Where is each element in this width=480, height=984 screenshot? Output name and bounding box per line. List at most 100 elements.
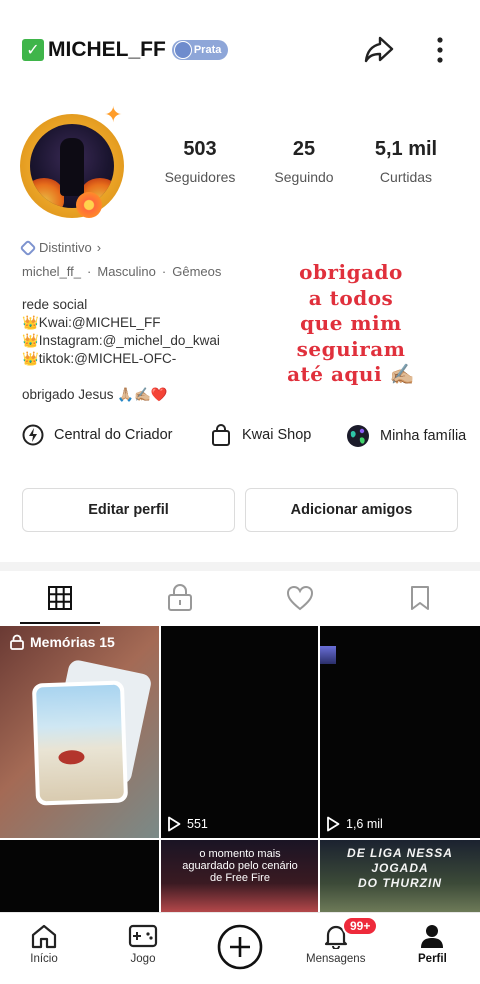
memories-label: Memórias 15 <box>30 634 115 650</box>
shortcut-label: Kwai Shop <box>242 427 312 443</box>
profile-gender: Masculino <box>97 264 156 279</box>
stat-following[interactable]: 25 Seguindo <box>266 138 342 185</box>
overlay-line: obrigado <box>299 260 403 284</box>
shortcut-label: Minha família <box>380 428 467 444</box>
bio-line: rede social <box>22 297 88 312</box>
nav-label: Jogo <box>130 953 156 965</box>
profile-handle: michel_ff_ <box>22 264 82 279</box>
family-globe-icon <box>347 425 369 447</box>
play-icon <box>168 816 181 832</box>
heart-icon <box>286 585 314 611</box>
avatar[interactable]: ✦ <box>16 104 134 220</box>
view-count: 551 <box>167 816 208 832</box>
tab-liked[interactable] <box>286 582 314 614</box>
video-tile[interactable]: 1,6 mil <box>320 626 480 838</box>
view-count: 1,6 mil <box>326 816 383 832</box>
bio-line: 👑Kwai:@MICHEL_FF <box>22 315 161 330</box>
play-icon <box>327 816 340 832</box>
banner-line: DE LIGA NESSA JOGADA <box>347 846 453 875</box>
bio-line: 👑Instagram:@_michel_do_kwai <box>22 333 220 348</box>
badge-label: Prata <box>193 44 222 56</box>
badge-coin-icon <box>173 41 192 59</box>
overlay-line: seguiram <box>296 336 406 361</box>
fire-decoration <box>30 178 64 208</box>
profile-meta: michel_ff_ · Masculino · Gêmeos <box>22 264 222 279</box>
followers-label: Seguidores <box>164 169 236 185</box>
nav-label: Mensagens <box>306 953 366 965</box>
overlay-message: obrigado a todos que mim seguiram até aq… <box>262 260 440 388</box>
video-tile[interactable] <box>0 840 159 912</box>
username: MICHEL_FF <box>48 38 166 61</box>
home-icon <box>31 924 57 949</box>
overlay-line: que mim <box>300 311 402 335</box>
kwai-shop-button[interactable]: Kwai Shop <box>210 424 311 446</box>
thumb-fragment <box>320 646 336 664</box>
banner-line: DO THURZIN <box>358 876 442 890</box>
nav-label: Perfil <box>418 953 447 965</box>
following-label: Seguindo <box>274 169 334 185</box>
notification-badge: 99+ <box>342 916 379 936</box>
overlay-line: a todos <box>308 285 394 310</box>
check-icon: ✓ <box>22 39 44 61</box>
view-count-value: 551 <box>187 817 208 831</box>
tab-saved[interactable] <box>406 582 434 614</box>
chevron-right-icon: › <box>96 240 102 255</box>
avatar-image <box>30 124 114 208</box>
nav-home[interactable]: Início <box>30 923 58 965</box>
video-caption: o momento mais aguardado pelo cenário de… <box>182 848 298 884</box>
avatar-figure <box>60 138 84 196</box>
profile-bio: rede social 👑Kwai:@MICHEL_FF 👑Instagram:… <box>22 296 220 404</box>
memory-photo <box>36 684 124 802</box>
family-button[interactable]: Minha família <box>346 424 466 448</box>
distintivo-icon <box>19 239 37 256</box>
grid-icon <box>48 586 72 610</box>
distintivo-link[interactable]: Distintivo › <box>19 239 102 256</box>
profile-sign: Gêmeos <box>172 264 222 279</box>
star-icon: ✦ <box>104 102 123 127</box>
video-tile[interactable]: o momento mais aguardado pelo cenário de… <box>161 840 318 912</box>
bio-line: 👑tiktok:@MICHEL-OFC- <box>22 351 177 366</box>
section-divider <box>0 562 480 571</box>
likes-count: 5,1 mil <box>374 138 438 160</box>
creator-center-icon <box>22 424 44 446</box>
edit-profile-button[interactable]: Editar perfil <box>22 488 235 532</box>
lock-icon <box>168 584 192 611</box>
flower-decoration <box>76 192 102 218</box>
overlay-line: até aqui ✍🏼 <box>287 362 415 386</box>
stat-likes[interactable]: 5,1 mil Curtidas <box>362 138 450 185</box>
following-count: 25 <box>292 138 316 160</box>
tab-private[interactable] <box>166 582 194 614</box>
nav-label: Início <box>30 953 58 965</box>
video-tile[interactable]: 551 <box>161 626 318 838</box>
followers-count: 503 <box>183 138 217 160</box>
level-badge[interactable]: Prata <box>171 40 229 60</box>
creator-center-button[interactable]: Central do Criador <box>22 424 172 446</box>
nav-profile[interactable]: Perfil <box>418 923 447 965</box>
gamepad-icon <box>128 924 158 948</box>
plus-circle-icon <box>217 924 263 970</box>
bookmark-icon <box>411 586 429 610</box>
nav-game[interactable]: Jogo <box>128 923 158 965</box>
tab-posts[interactable] <box>46 582 74 614</box>
stat-followers[interactable]: 503 Seguidores <box>160 138 240 185</box>
memories-tile[interactable]: Memórias 15 <box>0 626 159 838</box>
likes-label: Curtidas <box>379 169 433 185</box>
lock-icon <box>10 634 24 650</box>
view-count-value: 1,6 mil <box>346 817 383 831</box>
bio-line <box>22 368 220 386</box>
bio-line: obrigado Jesus 🙏🏼✍🏼❤️ <box>22 387 168 402</box>
memories-header: Memórias 15 <box>10 634 115 650</box>
profile-icon <box>421 925 444 948</box>
shopping-bag-icon <box>212 424 230 446</box>
profile-title: ✓ MICHEL_FF Prata <box>22 38 229 62</box>
memory-card-front <box>31 680 129 806</box>
add-friends-button[interactable]: Adicionar amigos <box>245 488 458 532</box>
bottom-nav: Início Jogo Mensagens Perfil <box>0 912 480 984</box>
video-banner: DE LIGA NESSA JOGADA DO THURZIN <box>320 846 480 891</box>
share-icon[interactable] <box>362 32 396 66</box>
active-tab-indicator <box>20 622 100 624</box>
create-button[interactable] <box>216 923 264 971</box>
more-vertical-icon[interactable] <box>430 34 450 66</box>
distintivo-label: Distintivo <box>39 240 92 255</box>
video-tile[interactable]: DE LIGA NESSA JOGADA DO THURZIN <box>320 840 480 912</box>
